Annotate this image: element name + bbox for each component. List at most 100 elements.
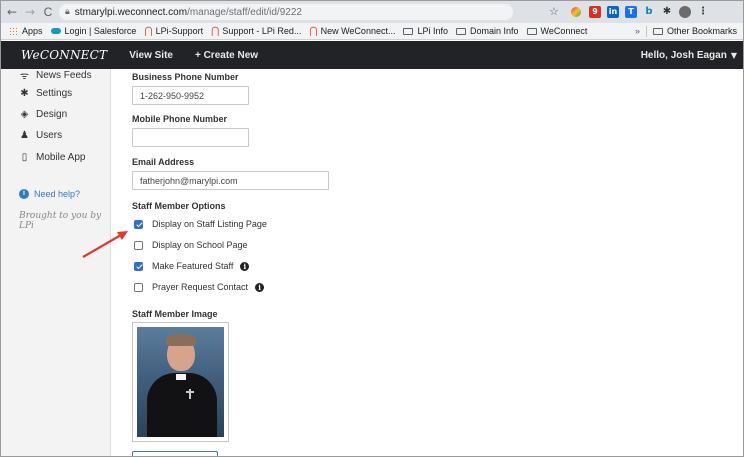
linkedin-icon[interactable]: in <box>607 6 619 18</box>
checkbox-checked[interactable] <box>134 261 143 271</box>
folder-icon <box>652 27 663 35</box>
bookmark-folder-domain-info[interactable]: Domain Info <box>456 26 519 36</box>
apps-grid-icon <box>9 27 18 35</box>
lpi-arch-icon: ⋂ <box>211 25 220 37</box>
menu-kebab-icon[interactable]: ⋮ <box>697 6 709 18</box>
greeting-text: Hello, Josh Eagan <box>640 49 727 61</box>
bookmark-apps[interactable]: Apps <box>9 26 43 36</box>
option-label: Make Featured Staff <box>152 261 234 271</box>
chevron-down-icon: ▼ <box>730 50 737 60</box>
browser-window: ← → C ⌂ 🔒︎ stmarylpi.weconnect.com/manag… <box>0 0 744 457</box>
option-label: Display on School Page <box>152 240 248 250</box>
bookmark-label: New WeConnect... <box>320 26 396 36</box>
users-icon: ♟ <box>20 130 29 141</box>
cross-pin <box>186 389 194 399</box>
business-phone-label: Business Phone Number <box>132 72 239 82</box>
mobile-icon: ▯ <box>21 152 28 163</box>
staff-member-photo[interactable] <box>132 322 229 442</box>
lpi-arch-icon: ⋂ <box>144 25 153 37</box>
sidebar-item-design[interactable]: ◈ Design <box>19 109 68 120</box>
bookmark-support-lpi-red[interactable]: ⋂ Support - LPi Red... <box>211 26 301 37</box>
upload-image-button[interactable] <box>132 451 218 456</box>
rss-icon: ᯤ <box>19 71 30 82</box>
reload-icon[interactable]: C <box>41 5 55 19</box>
extensions-puzzle-icon[interactable]: ✱ <box>661 6 673 18</box>
lock-icon: 🔒︎ <box>65 7 70 17</box>
bookmark-label: Apps <box>22 26 43 36</box>
mobile-phone-field[interactable] <box>132 128 249 147</box>
business-phone-field[interactable]: 1-262-950-9952 <box>132 86 249 105</box>
sidebar-item-users[interactable]: ♟ Users <box>19 130 62 141</box>
url-host: stmarylpi.weconnect.com <box>74 6 188 18</box>
extension-badge-icon[interactable]: 9 <box>589 6 601 18</box>
folder-icon <box>403 27 414 35</box>
staff-options-label: Staff Member Options <box>132 201 226 211</box>
bookmarks-overflow-icon[interactable]: » <box>635 26 640 36</box>
bookmark-label: LPi-Support <box>155 26 204 36</box>
option-prayer-request-contact[interactable]: Prayer Request Contact i <box>134 282 265 292</box>
clerical-collar <box>176 374 186 380</box>
portrait-image <box>137 327 224 437</box>
option-make-featured-staff[interactable]: Make Featured Staff i <box>134 261 250 271</box>
sidebar: ᯤ News Feeds ✱ Settings ◈ Design ♟ Users… <box>1 68 111 456</box>
app-header: WeCONNECT View Site + Create New Hello, … <box>1 41 743 69</box>
bookmarks-bar: Apps Login | Salesforce ⋂ LPi-Support ⋂ … <box>1 23 743 40</box>
weconnect-logo[interactable]: WeCONNECT <box>21 48 107 62</box>
email-label: Email Address <box>132 157 195 167</box>
need-help-link[interactable]: i Need help? <box>19 189 80 199</box>
info-icon[interactable]: i <box>240 261 250 271</box>
user-menu[interactable]: Hello, Josh Eagan ▼ <box>641 50 737 61</box>
bookmark-label: Domain Info <box>470 26 519 36</box>
info-icon: i <box>19 189 29 199</box>
folder-icon <box>456 27 466 35</box>
mobile-phone-label: Mobile Phone Number <box>132 114 228 124</box>
bookmark-star-icon[interactable]: ☆ <box>549 5 559 18</box>
need-help-label: Need help? <box>34 189 81 199</box>
bookmark-label: WeConnect <box>540 26 588 36</box>
option-label: Display on Staff Listing Page <box>152 219 267 229</box>
forward-icon[interactable]: → <box>23 5 37 19</box>
trello-icon[interactable]: T <box>625 6 637 18</box>
annotation-arrow-icon <box>82 231 128 258</box>
bing-icon[interactable]: b <box>643 6 655 18</box>
bookmark-new-weconnect[interactable]: ⋂ New WeConnect... <box>309 26 395 37</box>
sidebar-item-label: Mobile App <box>36 152 86 163</box>
address-bar[interactable]: 🔒︎ stmarylpi.weconnect.com/manage/staff/… <box>59 4 513 20</box>
info-icon[interactable]: i <box>255 282 265 292</box>
gear-icon: ✱ <box>20 88 29 99</box>
create-new-button[interactable]: + Create New <box>195 50 258 61</box>
staff-image-label: Staff Member Image <box>132 309 218 319</box>
sidebar-item-label: Users <box>36 130 63 141</box>
option-display-staff-listing[interactable]: Display on Staff Listing Page <box>134 219 267 229</box>
sidebar-item-label: Settings <box>36 88 73 99</box>
portrait-body <box>147 373 217 437</box>
bookmark-label: LPi Info <box>417 26 448 36</box>
checkbox-unchecked[interactable] <box>134 282 143 292</box>
bookmark-lpi-support[interactable]: ⋂ LPi-Support <box>144 26 203 37</box>
sidebar-item-settings[interactable]: ✱ Settings <box>19 88 72 99</box>
view-site-link[interactable]: View Site <box>129 50 173 61</box>
bookmark-folder-lpi-info[interactable]: LPi Info <box>403 26 448 36</box>
lpi-arch-icon: ⋂ <box>309 25 318 37</box>
bookmark-label: Login | Salesforce <box>64 26 137 36</box>
url-path: /manage/staff/edit/id/9222 <box>187 6 302 18</box>
staff-edit-form: Business Phone Number 1-262-950-9952 Mob… <box>112 69 743 456</box>
profile-avatar-icon[interactable] <box>679 6 691 18</box>
divider <box>645 25 647 37</box>
checkbox-unchecked[interactable] <box>134 240 143 250</box>
bookmark-folder-weconnect[interactable]: WeConnect <box>526 26 588 36</box>
sidebar-item-news-feeds[interactable]: ᯤ News Feeds <box>19 68 92 83</box>
option-display-school-page[interactable]: Display on School Page <box>134 240 248 250</box>
bookmarks-right: » Other Bookmarks <box>635 25 737 37</box>
bookmark-label: Support - LPi Red... <box>222 26 302 36</box>
option-label: Prayer Request Contact <box>152 282 249 292</box>
sidebar-item-mobile-app[interactable]: ▯ Mobile App <box>19 152 86 163</box>
back-icon[interactable]: ← <box>5 5 19 19</box>
bookmark-salesforce[interactable]: Login | Salesforce <box>50 26 137 36</box>
portrait-hair <box>166 334 196 346</box>
extension-color-icon[interactable] <box>571 7 581 17</box>
email-field[interactable]: fatherjohn@marylpi.com <box>132 171 329 190</box>
paint-bucket-icon: ◈ <box>20 109 29 120</box>
checkbox-checked[interactable] <box>134 219 143 229</box>
other-bookmarks[interactable]: Other Bookmarks <box>667 26 737 36</box>
